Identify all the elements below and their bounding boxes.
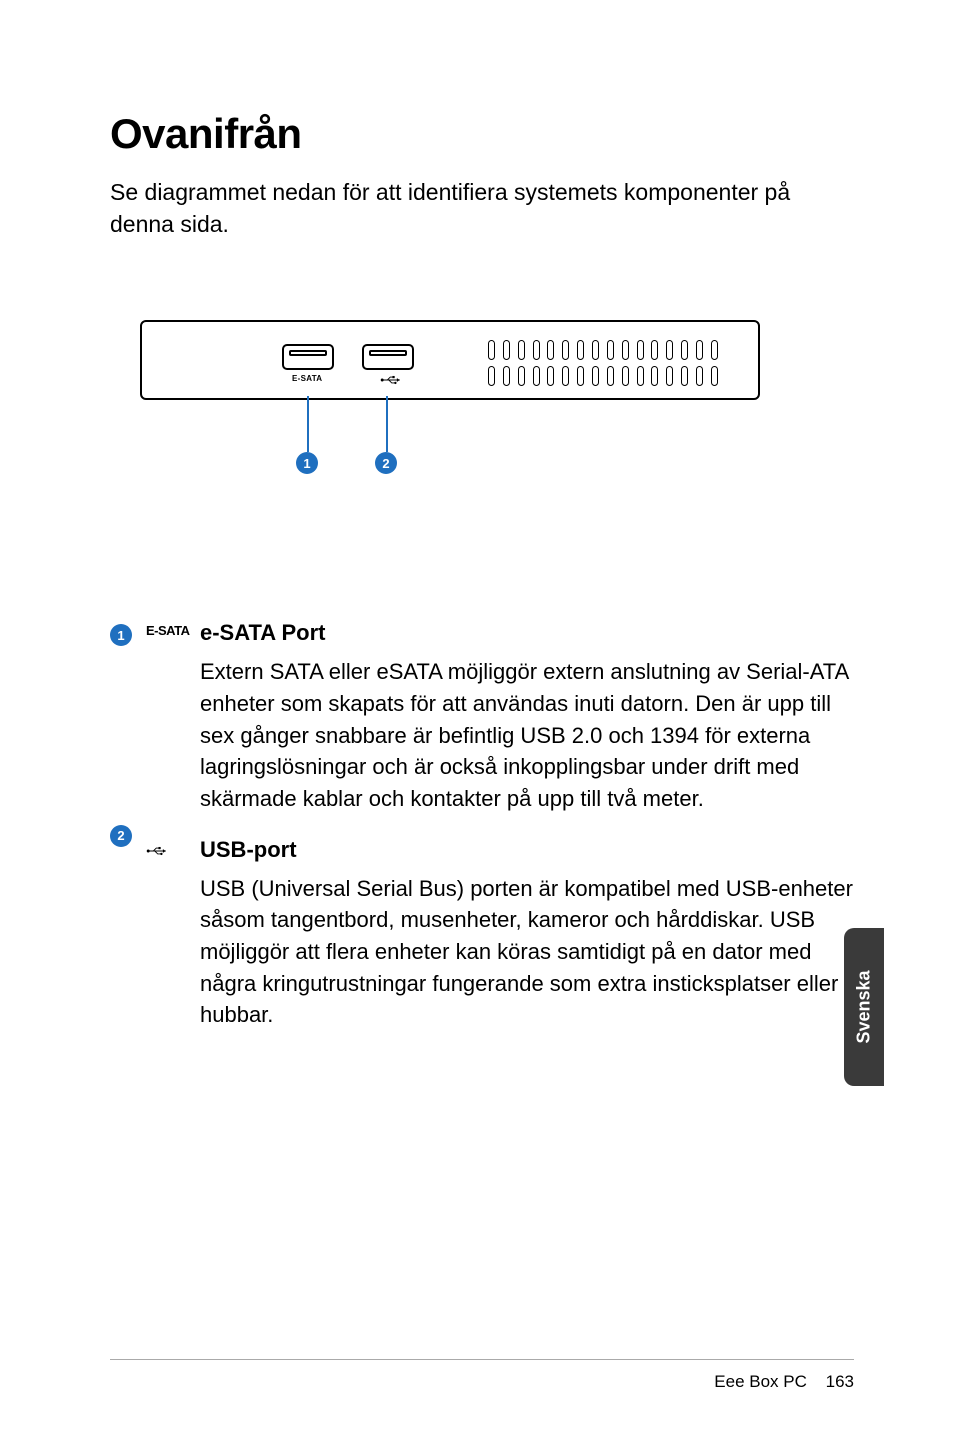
definition-number-1: 1 [110, 624, 132, 646]
definition-esata: 1 E-SATA e-SATA Port Extern SATA eller e… [110, 620, 854, 814]
language-tab: Svenska [844, 928, 884, 1086]
page-title: Ovanifrån [110, 110, 854, 158]
callout-line-1 [307, 396, 309, 452]
definition-title-esata: e-SATA Port [200, 620, 854, 646]
language-tab-label: Svenska [854, 970, 875, 1043]
esata-text-icon: E-SATA [146, 623, 189, 638]
esata-port-label: E-SATA [292, 374, 322, 383]
definition-body-esata: Extern SATA eller eSATA möjliggör extern… [200, 656, 854, 814]
intro-paragraph: Se diagrammet nedan för att identifiera … [110, 176, 840, 240]
device-outline: E-SATA [140, 320, 760, 400]
usb-port-shape [362, 344, 414, 370]
callout-number-2: 2 [375, 452, 397, 474]
footer-product-name: Eee Box PC [714, 1372, 807, 1391]
top-view-diagram: E-SATA 1 2 [140, 320, 854, 480]
footer-rule [110, 1359, 854, 1360]
esata-port-shape [282, 344, 334, 370]
vent-grille [488, 340, 718, 386]
usb-trident-icon [146, 840, 168, 863]
page-footer: Eee Box PC 163 [714, 1372, 854, 1392]
usb-icon [380, 374, 402, 386]
usb-port-icon [380, 374, 402, 386]
callout-line-2 [386, 396, 388, 452]
definition-number-2: 2 [110, 825, 132, 847]
diagram-callouts: 1 2 [140, 400, 760, 480]
callout-number-1: 1 [296, 452, 318, 474]
definition-body-usb: USB (Universal Serial Bus) porten är kom… [200, 873, 854, 1031]
definition-usb: 2 USB-port USB (Universal Serial Bus) po… [110, 837, 854, 1031]
footer-page-number: 163 [826, 1372, 854, 1391]
definition-title-usb: USB-port [200, 837, 854, 863]
